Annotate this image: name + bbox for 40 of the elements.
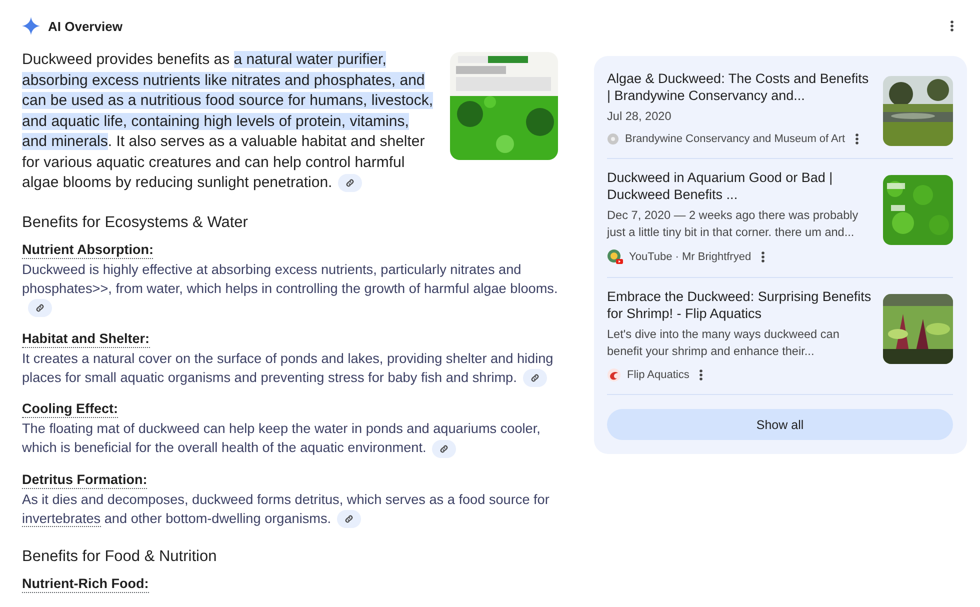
link-icon (344, 514, 354, 524)
source-link-button[interactable] (338, 174, 362, 192)
benefit-description: Duckweed is highly effective at absorbing excess nutrients, particularly nitrates and phosphates>>, from water, which helps in controlling the growth of harmful algae blooms. (22, 260, 558, 317)
benefit-description: The floating mat of duckweed can help keep the water in ponds and aquariums cooler, which is beneficial for the overall health of the aquatic environment. (22, 419, 558, 458)
benefit-term: Nutrient-Rich Food: (22, 575, 149, 594)
link-icon (345, 178, 356, 188)
source-link-button[interactable] (28, 298, 52, 317)
channel-avatar-icon (607, 249, 623, 265)
overview-title: AI Overview (48, 18, 122, 34)
benefit-term: Cooling Effect: (22, 400, 118, 418)
source-snippet: Jul 28, 2020 (607, 108, 672, 125)
source-title-link[interactable]: Algae & Duckweed: The Costs and Benefits | Brandywine Conservancy and... (607, 70, 873, 104)
source-snippet: Dec 7, 2020 — 2 weeks ago there was probably just a little tiny bit in that corner. there um and... (607, 207, 860, 241)
more-icon (761, 251, 766, 263)
show-all-button[interactable]: Show all (607, 409, 953, 440)
overview-paragraph: Duckweed provides benefits as a natural water purifier, absorbing excess nutrients like nitrates and phosphates, and can be used as a nutritious food source for humans, livestock, and aquatic life, containing high levels of protein, vitamins, and minerals. It also serves as a valuable habitat and shelter for various aquatic creatures and can help control harmful algae blooms by reducing sunlight penetration. (22, 50, 434, 194)
source-title-link[interactable]: Duckweed in Aquarium Good or Bad | Duckweed Benefits ... (607, 169, 873, 203)
source-link-button[interactable] (522, 369, 547, 388)
source-title-link[interactable]: Embrace the Duckweed: Surprising Benefits for Shrimp! - Flip Aquatics (607, 288, 873, 322)
benefit-term: Nutrient Absorption: (22, 240, 154, 258)
source-link-button[interactable] (337, 510, 362, 528)
more-icon (699, 369, 704, 381)
more-icon (855, 133, 860, 145)
more-icon (950, 20, 954, 32)
source-link-button[interactable] (432, 440, 456, 458)
benefit-term: Habitat and Shelter: (22, 330, 150, 348)
benefit-term: Detritus Formation: (22, 470, 148, 489)
link-icon (439, 444, 450, 454)
globe-icon (607, 133, 619, 145)
source-site: Brandywine Conservancy and Museum of Art (625, 133, 846, 145)
source-snippet: Let's dive into the many ways duckweed can benefit your shrimp and enhance their... (607, 326, 840, 360)
section-heading: Benefits for Ecosystems & Water (22, 214, 249, 232)
benefit-description: As it dies and decomposes, duckweed forms detritus, which serves as a food source for invertebrates and other bottom-dwelling organisms. (22, 490, 558, 528)
link-icon (35, 302, 45, 313)
sparkle-icon (22, 17, 40, 35)
source-site: Flip Aquatics (627, 369, 690, 381)
benefit-description: It creates a natural cover on the surface of ponds and lakes, providing shelter and hiding places for small aquatic organisms and preventing stress for baby fish and shrimp. (22, 348, 558, 388)
section-heading: Benefits for Food & Nutrition (22, 548, 218, 566)
source-site: YouTube · Mr Brightfryed (629, 251, 752, 263)
link-icon (530, 373, 540, 384)
